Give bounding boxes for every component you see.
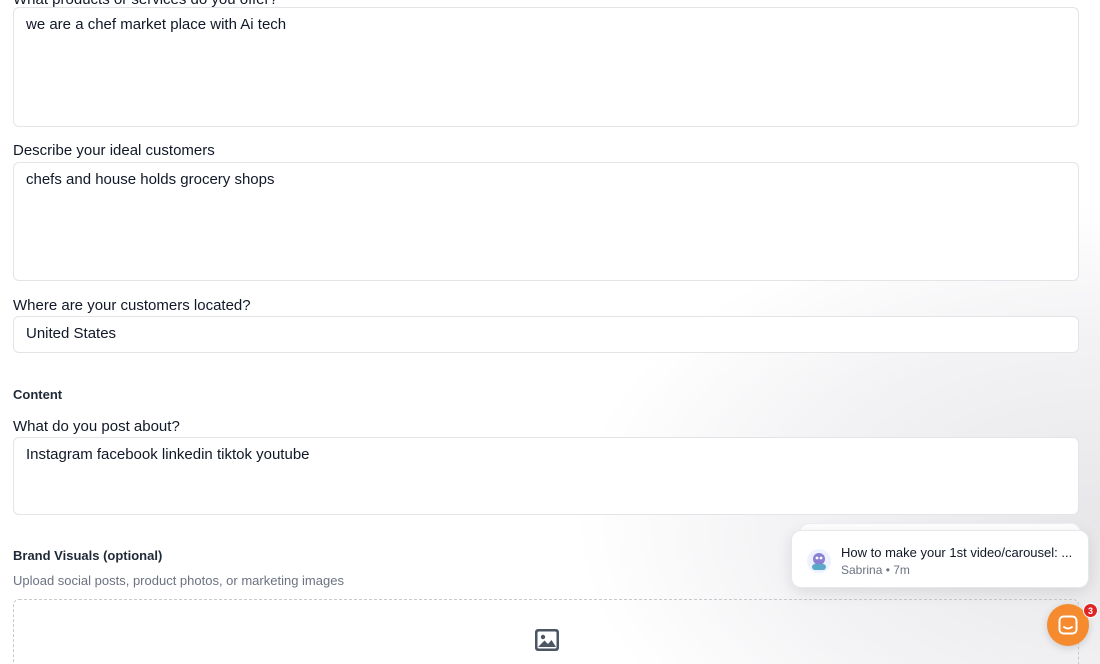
location-label: Where are your customers located?	[13, 297, 251, 314]
chat-notification[interactable]: How to make your 1st video/carousel: ...…	[791, 530, 1089, 588]
brand-visuals-help: Upload social posts, product photos, or …	[13, 573, 344, 588]
products-field[interactable]: we are a chef market place with Ai tech	[13, 7, 1079, 127]
location-field[interactable]: United States	[13, 316, 1079, 353]
image-upload-dropzone[interactable]	[13, 599, 1079, 664]
customers-label: Describe your ideal customers	[13, 142, 215, 159]
post-topics-field[interactable]: Instagram facebook linkedin tiktok youtu…	[13, 437, 1079, 515]
notification-meta: Sabrina • 7m	[841, 563, 910, 577]
image-icon	[535, 629, 559, 651]
agent-avatar-icon	[807, 549, 831, 573]
unread-badge: 3	[1083, 603, 1098, 618]
content-section-title: Content	[13, 387, 63, 402]
customers-field[interactable]: chefs and house holds grocery shops	[13, 162, 1079, 281]
notification-title: How to make your 1st video/carousel: ...	[841, 545, 1071, 560]
chat-icon	[1058, 615, 1078, 635]
brand-visuals-title: Brand Visuals (optional)	[13, 548, 163, 563]
post-topics-label: What do you post about?	[13, 418, 180, 435]
